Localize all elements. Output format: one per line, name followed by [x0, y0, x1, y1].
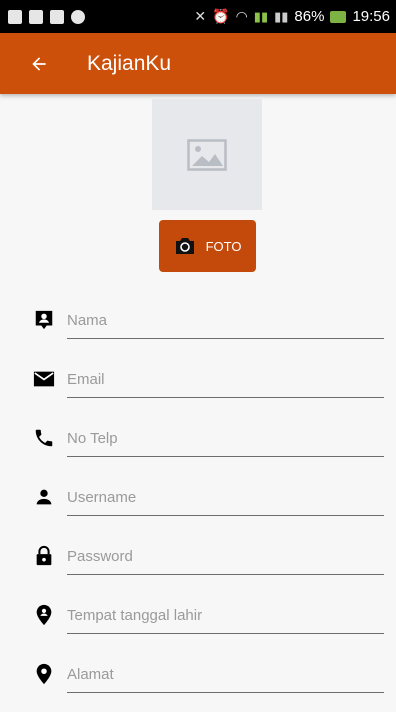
sim-notification-icon: [29, 9, 43, 24]
whatsapp-notification-icon: [71, 9, 85, 24]
field-no-telp: [0, 420, 396, 476]
field-nama: [0, 302, 396, 358]
arrow-back-icon: [32, 56, 46, 71]
system-icons: ✕ ⏰ ◠ ▮▮ ▮▮ 86% 19:56: [194, 8, 396, 25]
field-tempat-tanggal-lahir: [0, 597, 396, 653]
app-bar: KajianKu: [0, 33, 396, 94]
add-notification-icon: [8, 9, 22, 24]
field-email: [0, 361, 396, 417]
field-username: [0, 479, 396, 535]
phone-icon: [35, 429, 53, 447]
battery-icon: [330, 10, 347, 23]
image-notification-icon: [50, 9, 64, 24]
signal-icon: ▮▮: [253, 8, 269, 24]
password-input[interactable]: [67, 538, 384, 575]
clock: 19:56: [352, 8, 390, 25]
no-telp-input[interactable]: [67, 420, 384, 457]
camera-icon: [175, 238, 194, 254]
foto-button[interactable]: FOTO: [159, 220, 256, 272]
wifi-icon: ◠: [235, 8, 248, 24]
field-password: [0, 538, 396, 594]
signal-2-icon: ▮▮: [274, 8, 289, 24]
tempat-tanggal-lahir-input[interactable]: [67, 597, 384, 634]
alarm-icon: ⏰: [212, 8, 230, 24]
username-input[interactable]: [67, 479, 384, 516]
person-icon: [36, 489, 52, 505]
status-bar: ✕ ⏰ ◠ ▮▮ ▮▮ 86% 19:56: [0, 0, 396, 33]
photo-placeholder: [152, 99, 262, 210]
email-input[interactable]: [67, 361, 384, 398]
mute-icon: ✕: [194, 8, 207, 24]
nama-input[interactable]: [67, 302, 384, 339]
image-icon: [187, 138, 227, 171]
alamat-input[interactable]: [67, 656, 384, 693]
place-icon: [36, 604, 52, 626]
battery-percent: 86%: [294, 8, 325, 25]
email-icon: [33, 371, 55, 387]
location-icon: [36, 663, 52, 685]
lock-icon: [36, 545, 52, 566]
contact-icon: [35, 310, 53, 330]
back-button[interactable]: [27, 52, 51, 76]
notification-icons: [0, 9, 85, 24]
field-alamat: [0, 656, 396, 712]
app-title: KajianKu: [87, 51, 172, 75]
foto-button-label: FOTO: [205, 238, 242, 254]
